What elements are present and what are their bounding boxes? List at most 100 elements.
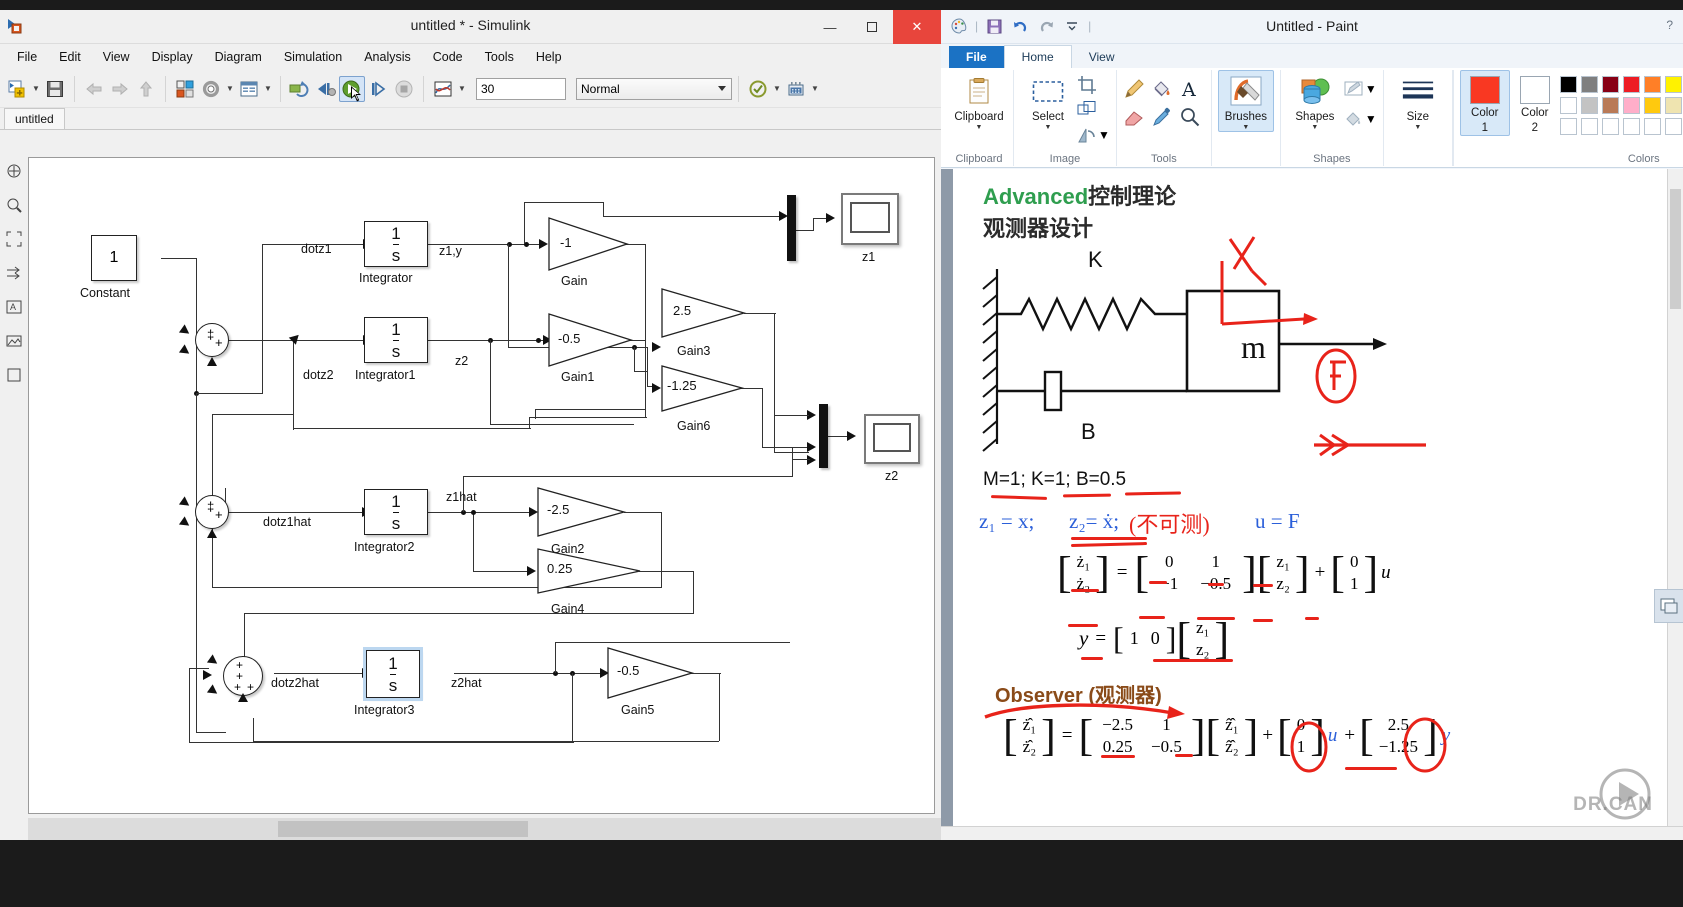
color-swatch[interactable] — [1559, 97, 1577, 114]
block-gain2[interactable]: -2.5 — [537, 487, 627, 537]
run-icon[interactable] — [339, 75, 365, 102]
block-sum-2[interactable]: ‡ + — [195, 495, 229, 529]
simulink-canvas[interactable]: 1 Constant ‡ + 1 s Integrator dotz1 z1,y… — [28, 157, 935, 814]
help-icon[interactable]: ? — [1666, 18, 1673, 32]
model-explorer-icon[interactable] — [236, 76, 262, 102]
stop-icon[interactable] — [391, 76, 417, 102]
color-swatch[interactable] — [1664, 97, 1682, 114]
color-swatch[interactable] — [1622, 76, 1640, 93]
resize-icon[interactable] — [1076, 99, 1098, 121]
fill-bucket-icon[interactable] — [1151, 78, 1173, 100]
block-integrator[interactable]: 1 s — [364, 221, 428, 267]
build-icon[interactable] — [783, 76, 809, 102]
save-icon[interactable] — [42, 76, 68, 102]
zoom-icon[interactable] — [4, 195, 24, 215]
chevron-down-icon[interactable]: ▼ — [976, 124, 983, 131]
minimize-button[interactable]: — — [809, 10, 851, 44]
block-gain[interactable]: -1 — [548, 217, 630, 271]
block-gain3[interactable]: 2.5 — [661, 288, 747, 338]
stop-time-input[interactable]: 30 — [476, 77, 566, 100]
block-gain1[interactable]: -0.5 — [548, 313, 634, 367]
chevron-down-icon[interactable]: ▼ — [1365, 82, 1377, 96]
block-integrator1[interactable]: 1 s — [364, 317, 428, 363]
menu-simulation[interactable]: Simulation — [273, 47, 353, 67]
color-swatch[interactable] — [1664, 76, 1682, 93]
new-model-icon[interactable] — [4, 76, 30, 102]
model-advisor-icon[interactable] — [745, 76, 771, 102]
model-tab-untitled[interactable]: untitled — [4, 108, 65, 129]
model-advisor-dropdown-icon[interactable]: ▼ — [771, 77, 783, 101]
fill-icon[interactable] — [1343, 108, 1365, 130]
data-inspector-dropdown-icon[interactable]: ▼ — [456, 77, 468, 101]
color-swatch[interactable] — [1559, 118, 1577, 135]
snip-tool-button[interactable] — [1654, 589, 1683, 623]
color-swatch[interactable] — [1601, 97, 1619, 114]
maximize-button[interactable] — [851, 10, 893, 44]
color-swatch[interactable] — [1559, 76, 1577, 93]
forward-arrow-icon[interactable] — [107, 76, 133, 102]
brushes-button[interactable]: Brushes ▼ — [1217, 70, 1274, 133]
size-button[interactable]: Size ▼ — [1390, 70, 1446, 132]
data-inspector-icon[interactable] — [430, 76, 456, 102]
color-palette[interactable] — [1559, 70, 1683, 137]
menu-code[interactable]: Code — [422, 47, 474, 67]
annotation-icon[interactable]: A — [4, 297, 24, 317]
block-gain6[interactable]: -1.25 — [661, 365, 745, 412]
menu-file[interactable]: File — [6, 47, 48, 67]
color-swatch[interactable] — [1622, 118, 1640, 135]
color1-button[interactable]: Color 1 — [1459, 70, 1510, 137]
clipboard-button[interactable]: Clipboard ▼ — [951, 70, 1007, 132]
menu-diagram[interactable]: Diagram — [204, 47, 273, 67]
model-explorer-dropdown-icon[interactable]: ▼ — [262, 77, 274, 101]
block-sum-3[interactable]: + + + + — [223, 656, 263, 696]
step-back-icon[interactable] — [313, 76, 339, 102]
color-picker-icon[interactable] — [1151, 106, 1173, 128]
tab-home[interactable]: Home — [1003, 45, 1072, 69]
menu-display[interactable]: Display — [141, 47, 204, 67]
canvas-vertical-scrollbar[interactable] — [1667, 169, 1683, 826]
step-forward-icon[interactable] — [365, 76, 391, 102]
chevron-down-icon[interactable]: ▼ — [1311, 124, 1318, 131]
tab-view[interactable]: View — [1072, 46, 1132, 68]
magnifier-icon[interactable] — [1179, 106, 1201, 128]
up-arrow-icon[interactable] — [133, 76, 159, 102]
library-browser-icon[interactable] — [172, 76, 198, 102]
crop-icon[interactable] — [1076, 74, 1098, 96]
fit-to-view-icon[interactable] — [4, 229, 24, 249]
block-integrator2[interactable]: 1 s — [364, 489, 428, 535]
menu-edit[interactable]: Edit — [48, 47, 92, 67]
menu-analysis[interactable]: Analysis — [353, 47, 422, 67]
block-constant[interactable]: 1 — [91, 235, 137, 281]
update-diagram-icon[interactable] — [287, 76, 313, 102]
close-button[interactable]: ✕ — [893, 10, 941, 44]
block-mux-2[interactable] — [819, 404, 828, 468]
block-gain5[interactable]: -0.5 — [607, 647, 695, 699]
color2-button[interactable]: Color 2 — [1510, 70, 1560, 136]
pencil-icon[interactable] — [1123, 78, 1145, 100]
block-mux-1[interactable] — [787, 195, 796, 261]
block-gain4[interactable]: 0.25 — [537, 548, 641, 594]
gear-dropdown-icon[interactable]: ▼ — [224, 77, 236, 101]
color-swatch[interactable] — [1664, 118, 1682, 135]
paint-canvas[interactable]: Advanced控制理论 观测器设计 K B m M=1; K=1; B=0.5… — [953, 169, 1667, 826]
block-integrator3[interactable]: 1 s — [363, 647, 423, 701]
menu-tools[interactable]: Tools — [474, 47, 525, 67]
chevron-down-icon[interactable]: ▼ — [1242, 124, 1249, 131]
shapes-button[interactable]: Shapes ▼ — [1287, 70, 1343, 132]
scroll-thumb[interactable] — [278, 821, 528, 837]
chevron-down-icon[interactable]: ▼ — [1365, 112, 1377, 126]
block-scope-z2[interactable] — [864, 414, 920, 464]
pan-icon[interactable] — [4, 161, 24, 181]
new-model-dropdown-icon[interactable]: ▼ — [30, 77, 42, 101]
color-swatch[interactable] — [1643, 97, 1661, 114]
color-swatch[interactable] — [1622, 97, 1640, 114]
chevron-down-icon[interactable]: ▼ — [1045, 124, 1052, 131]
eraser-icon[interactable] — [1123, 106, 1145, 128]
color-swatch[interactable] — [1643, 76, 1661, 93]
text-icon[interactable]: A — [1179, 78, 1201, 100]
color-swatch[interactable] — [1643, 118, 1661, 135]
outline-icon[interactable] — [1343, 78, 1365, 100]
simulation-mode-select[interactable]: Normal — [576, 77, 732, 100]
back-arrow-icon[interactable] — [81, 76, 107, 102]
tab-file[interactable]: File — [949, 46, 1004, 68]
